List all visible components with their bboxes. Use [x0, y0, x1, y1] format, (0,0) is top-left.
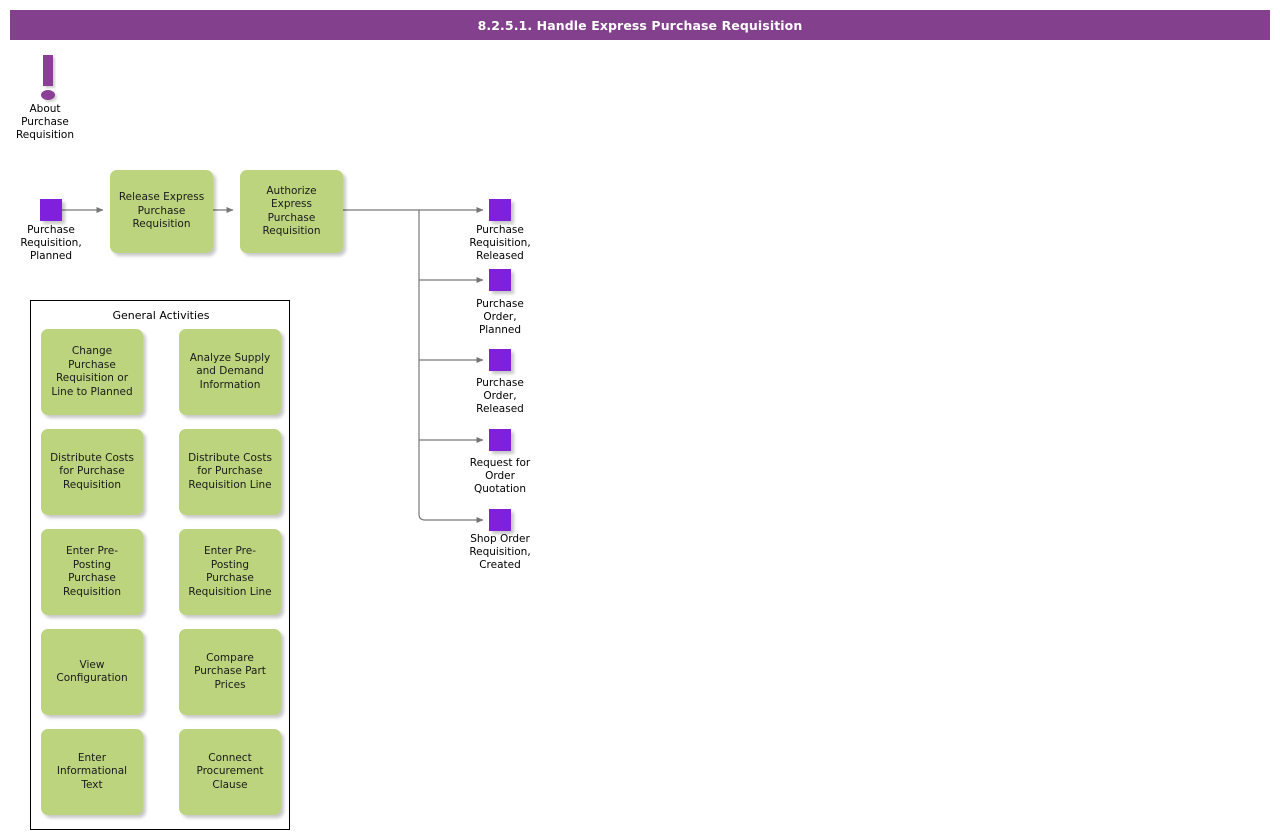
general-activity-label: Compare Purchase Part Prices — [194, 651, 266, 691]
general-activities-grid: Change Purchase Requisition or Line to Plan… — [31, 329, 291, 815]
activity-label: Release Express Purchase Requisition — [118, 191, 205, 231]
general-activity-label: Enter Informational Text — [56, 751, 128, 791]
activity-release-express-purchase-requisition[interactable]: Release Express Purchase Requisition — [110, 170, 213, 253]
general-activity-label: Distribute Costs for Purchase Requisition … — [188, 451, 272, 491]
state-label-purchase-order-released: Purchase Order, Released — [476, 377, 524, 415]
state-label-request-for-order-quotation: Request for Order Quotation — [469, 457, 531, 495]
general-activity-item[interactable]: Enter Pre- Posting Purchase Requisition Lin… — [179, 529, 281, 615]
state-label-purchase-requisition-released: Purchase Requisition, Released — [469, 224, 531, 262]
general-activity-label: View Configuration — [56, 658, 128, 685]
state-purchase-requisition-planned[interactable] — [40, 199, 62, 221]
state-label-shop-order-requisition-created: Shop Order Requisition, Created — [469, 533, 531, 571]
general-activity-item[interactable]: Distribute Costs for Purchase Requisition … — [179, 429, 281, 515]
exclamation-dot — [41, 90, 55, 100]
general-activity-item[interactable]: Compare Purchase Part Prices — [179, 629, 281, 715]
general-activity-label: Connect Procurement Clause — [196, 751, 264, 791]
general-activity-item[interactable]: Analyze Supply and Demand Information — [179, 329, 281, 415]
window-title-bar: 8.2.5.1. Handle Express Purchase Requisi… — [10, 10, 1270, 40]
state-purchase-order-planned[interactable] — [489, 269, 511, 291]
general-activity-label: Distribute Costs for Purchase Requisition — [50, 451, 134, 491]
general-activity-label: Enter Pre- Posting Purchase Requisition — [62, 545, 122, 598]
state-request-for-order-quotation[interactable] — [489, 429, 511, 451]
connector-trunk-vertical — [418, 210, 426, 521]
general-activity-item[interactable]: Enter Informational Text — [41, 729, 143, 815]
general-activity-item[interactable]: View Configuration — [41, 629, 143, 715]
general-activity-item[interactable]: Enter Pre- Posting Purchase Requisition — [41, 529, 143, 615]
general-activity-item[interactable]: Connect Procurement Clause — [179, 729, 281, 815]
about-label: About Purchase Requisition — [15, 103, 75, 141]
state-label-purchase-order-planned: Purchase Order, Planned — [476, 298, 524, 336]
general-activities-panel: General Activities Change Purchase Requisi… — [30, 300, 290, 830]
state-shop-order-requisition-created[interactable] — [489, 509, 511, 531]
general-activity-label: Enter Pre- Posting Purchase Requisition Lin… — [188, 545, 272, 598]
state-purchase-requisition-released[interactable] — [489, 199, 511, 221]
state-purchase-order-released[interactable] — [489, 349, 511, 371]
general-activity-item[interactable]: Distribute Costs for Purchase Requisition — [41, 429, 143, 515]
page-title: 8.2.5.1. Handle Express Purchase Requisi… — [477, 17, 803, 33]
general-activities-title: General Activities — [112, 309, 210, 322]
activity-authorize-express-purchase-requisition[interactable]: Authorize Express Purchase Requisition — [240, 170, 343, 253]
activity-label: Authorize Express Purchase Requisition — [262, 184, 321, 238]
general-activity-item[interactable]: Change Purchase Requisition or Line to Plan… — [41, 329, 143, 415]
general-activity-label: Analyze Supply and Demand Information — [189, 351, 271, 391]
general-activity-label: Change Purchase Requisition or Line to Plan… — [51, 345, 133, 398]
state-label-purchase-requisition-planned: Purchase Requisition, Planned — [20, 224, 82, 262]
diagram-canvas: 8.2.5.1. Handle Express Purchase Requisi… — [0, 0, 1280, 840]
exclamation-bar — [43, 55, 53, 86]
about-purchase-requisition[interactable]: About Purchase Requisition — [8, 55, 82, 142]
exclamation-icon — [8, 55, 82, 103]
